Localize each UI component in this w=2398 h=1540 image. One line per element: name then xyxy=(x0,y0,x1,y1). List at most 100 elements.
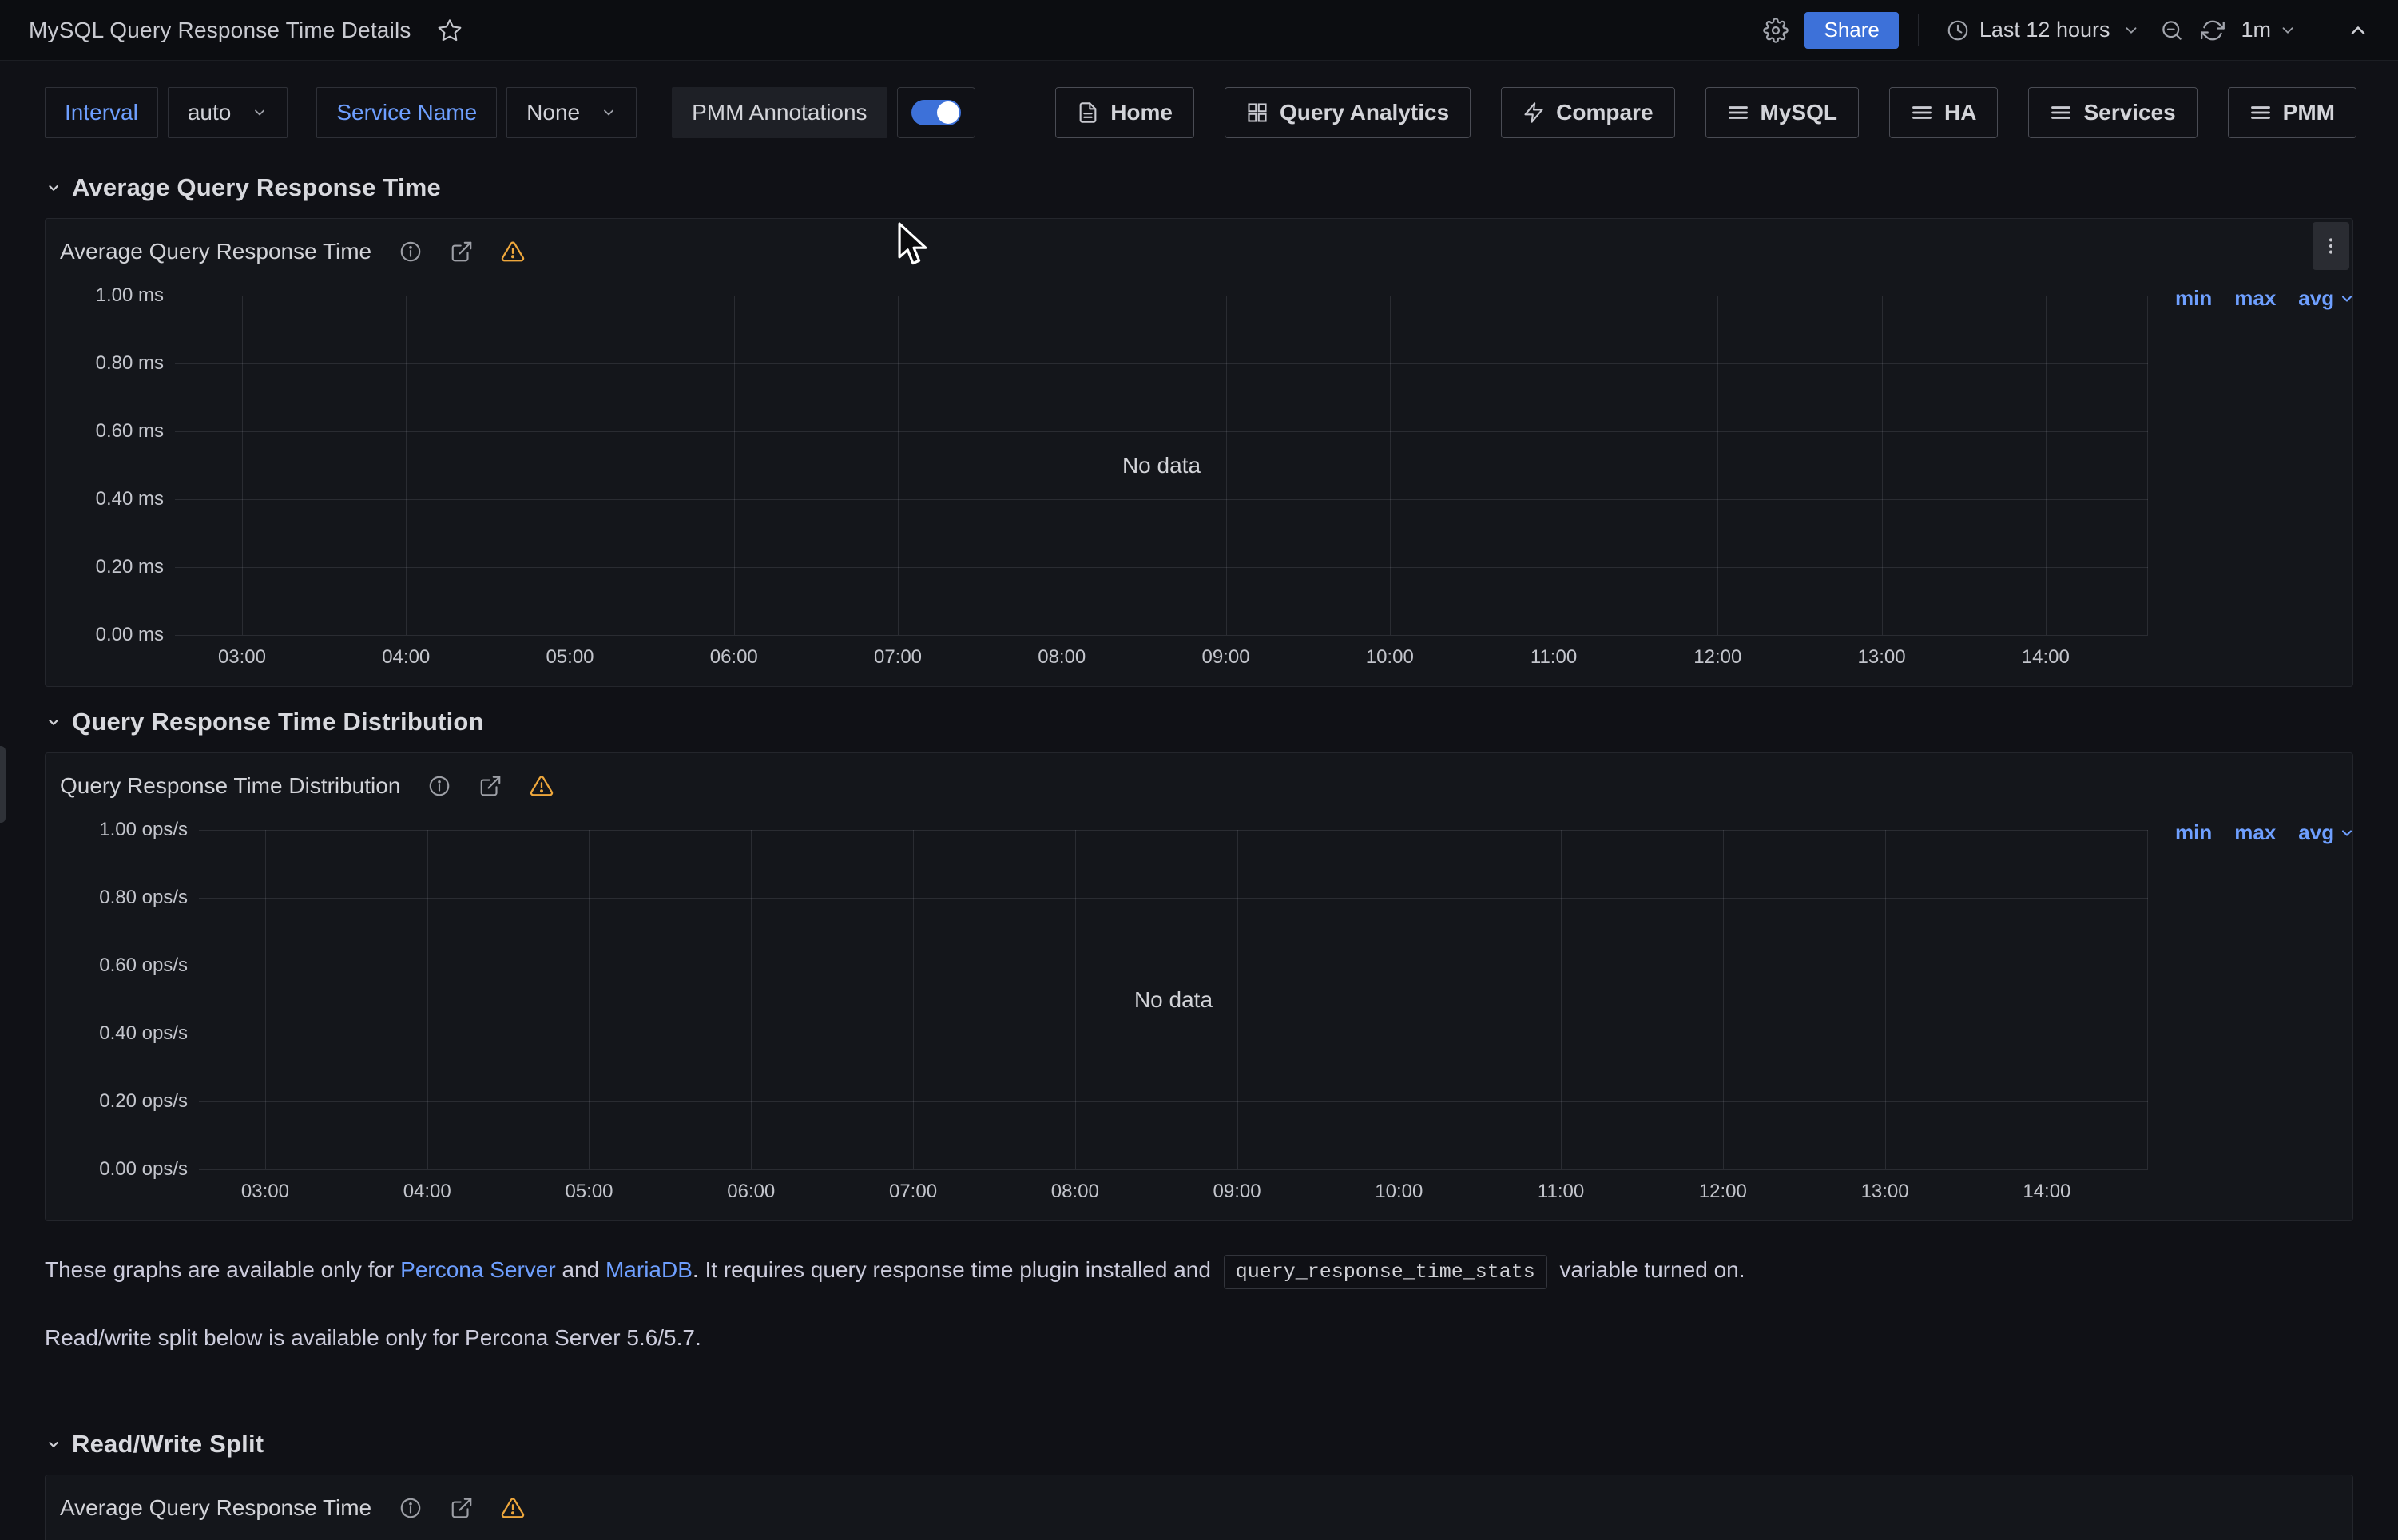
clock-icon xyxy=(1946,18,1970,42)
nav-link-label: Home xyxy=(1110,100,1173,125)
dashboard-settings-button[interactable] xyxy=(1758,13,1793,48)
variable-dropdown-service-name[interactable]: None xyxy=(506,87,637,138)
chevron-down-icon xyxy=(2339,291,2355,307)
nav-link-services[interactable]: Services xyxy=(2028,87,2197,138)
panel-header[interactable]: Query Response Time Distribution xyxy=(46,753,2352,800)
x-axis-tick-label: 06:00 xyxy=(710,646,758,669)
row-title: Average Query Response Time xyxy=(72,173,441,202)
nav-link-label: Query Analytics xyxy=(1280,100,1449,125)
refresh-dashboard-button[interactable] xyxy=(2196,18,2229,42)
vertical-gridline xyxy=(2046,296,2047,635)
no-data-message: No data xyxy=(1122,453,1201,478)
x-axis-tick-label: 10:00 xyxy=(1375,1181,1423,1203)
nav-link-compare[interactable]: Compare xyxy=(1501,87,1674,138)
refresh-interval-dropdown[interactable]: 1m xyxy=(2236,18,2301,42)
panel-header[interactable]: Average Query Response Time xyxy=(46,1475,2352,1522)
dashboard-toolbar: Interval auto Service Name None PMM Anno… xyxy=(0,61,2398,138)
variable-value: None xyxy=(526,100,580,125)
time-range-picker[interactable]: Last 12 hours xyxy=(1938,12,2149,49)
info-icon[interactable] xyxy=(427,774,451,798)
note-text: . It requires query response time plugin… xyxy=(693,1257,1217,1282)
pmm-annotations-toggle[interactable] xyxy=(897,87,975,138)
plot-right-boundary xyxy=(2147,830,2148,1169)
left-scroll-handle[interactable] xyxy=(0,746,6,823)
nav-link-home[interactable]: Home xyxy=(1055,87,1194,138)
share-button[interactable]: Share xyxy=(1804,12,1898,49)
toolbar-divider xyxy=(1918,14,1919,46)
x-axis-tick-label: 07:00 xyxy=(874,646,922,669)
info-icon[interactable] xyxy=(399,240,423,264)
grafana-dashboard: { "topbar": { "title": "MySQL Query Resp… xyxy=(0,0,2398,1540)
x-axis-tick-label: 14:00 xyxy=(2023,1181,2070,1203)
refresh-icon xyxy=(2201,18,2225,42)
chevron-down-icon xyxy=(252,105,268,121)
x-axis-tick-label: 06:00 xyxy=(727,1181,775,1203)
plot-area[interactable]: No data xyxy=(175,296,2148,635)
menu-icon xyxy=(2050,101,2072,124)
legend-max-button[interactable]: max xyxy=(2234,820,2276,845)
vertical-gridline xyxy=(1885,830,1886,1169)
mariadb-link[interactable]: MariaDB xyxy=(605,1257,693,1282)
y-axis-tick-label: 0.40 ms xyxy=(96,488,164,510)
external-link-icon[interactable] xyxy=(450,240,474,264)
vertical-gridline xyxy=(1390,296,1391,635)
info-icon[interactable] xyxy=(399,1496,423,1520)
nav-link-mysql[interactable]: MySQL xyxy=(1705,87,1859,138)
nav-link-pmm[interactable]: PMM xyxy=(2228,87,2356,138)
x-axis-tick-label: 11:00 xyxy=(1538,1181,1584,1203)
y-axis-tick-label: 0.00 ops/s xyxy=(99,1158,188,1181)
vertical-gridline xyxy=(406,296,407,635)
chevron-down-icon xyxy=(2339,825,2355,841)
external-link-icon[interactable] xyxy=(450,1496,474,1520)
external-link-icon[interactable] xyxy=(478,774,502,798)
variable-dropdown-interval[interactable]: auto xyxy=(168,87,288,138)
zoom-out-time-button[interactable] xyxy=(2154,13,2190,48)
vertical-gridline xyxy=(898,296,899,635)
warning-icon[interactable] xyxy=(501,1496,525,1520)
plot-area[interactable]: No data xyxy=(199,830,2148,1169)
variable-code-chip: query_response_time_stats xyxy=(1224,1255,1547,1289)
collapse-topbar-button[interactable] xyxy=(2340,13,2376,48)
x-axis: 03:0004:0005:0006:0007:0008:0009:0010:00… xyxy=(199,1169,2148,1208)
y-axis-tick-label: 0.80 ops/s xyxy=(99,887,188,909)
x-axis-tick-label: 13:00 xyxy=(1861,1181,1909,1203)
vertical-gridline xyxy=(1882,296,1883,635)
warning-icon[interactable] xyxy=(530,774,554,798)
panel-header[interactable]: Average Query Response Time xyxy=(46,219,2352,265)
x-axis-tick-label: 13:00 xyxy=(1858,646,1906,669)
nav-link-ha[interactable]: HA xyxy=(1889,87,1998,138)
note-text: variable turned on. xyxy=(1554,1257,1745,1282)
timeseries-chart[interactable]: 1.00 ops/s0.80 ops/s0.60 ops/s0.40 ops/s… xyxy=(46,800,2352,1220)
legend-avg-button[interactable]: avg xyxy=(2298,820,2355,845)
favorite-star-button[interactable] xyxy=(432,13,467,48)
nav-link-label: MySQL xyxy=(1761,100,1837,125)
percona-server-link[interactable]: Percona Server xyxy=(400,1257,556,1282)
dashboard-title: MySQL Query Response Time Details xyxy=(29,18,411,43)
x-axis-tick-label: 07:00 xyxy=(889,1181,937,1203)
y-axis: 1.00 ops/s0.80 ops/s0.60 ops/s0.40 ops/s… xyxy=(46,830,199,1169)
legend-min-button[interactable]: min xyxy=(2175,820,2212,845)
panel-legend: min max avg xyxy=(2175,820,2352,845)
panel-menu-button[interactable] xyxy=(2313,222,2349,270)
timeseries-chart[interactable]: 1.00 ms0.80 ms0.60 ms0.40 ms0.20 ms0.00 … xyxy=(46,265,2352,686)
note-plugin-requirement: These graphs are available only for Perc… xyxy=(45,1255,2353,1286)
warning-icon[interactable] xyxy=(501,240,525,264)
vertical-gridline xyxy=(913,830,914,1169)
row-header-query-response-time-distribution[interactable]: Query Response Time Distribution xyxy=(45,708,2353,736)
vertical-gridline xyxy=(1561,830,1562,1169)
horizontal-gridline xyxy=(199,1101,2148,1102)
row-header-average-query-response-time[interactable]: Average Query Response Time xyxy=(45,173,2353,202)
vertical-gridline xyxy=(265,830,266,1169)
panel-title: Query Response Time Distribution xyxy=(60,773,400,799)
x-axis-tick-label: 03:00 xyxy=(241,1181,289,1203)
x-axis-tick-label: 08:00 xyxy=(1038,646,1086,669)
y-axis-tick-label: 0.00 ms xyxy=(96,624,164,646)
nav-link-query-analytics[interactable]: Query Analytics xyxy=(1225,87,1471,138)
row-header-read-write-split[interactable]: Read/Write Split xyxy=(45,1430,2353,1459)
legend-avg-button[interactable]: avg xyxy=(2298,286,2355,311)
legend-min-button[interactable]: min xyxy=(2175,286,2212,311)
zoom-out-icon xyxy=(2160,18,2184,42)
row-title: Query Response Time Distribution xyxy=(72,708,484,736)
nav-link-label: Services xyxy=(2083,100,2175,125)
legend-max-button[interactable]: max xyxy=(2234,286,2276,311)
